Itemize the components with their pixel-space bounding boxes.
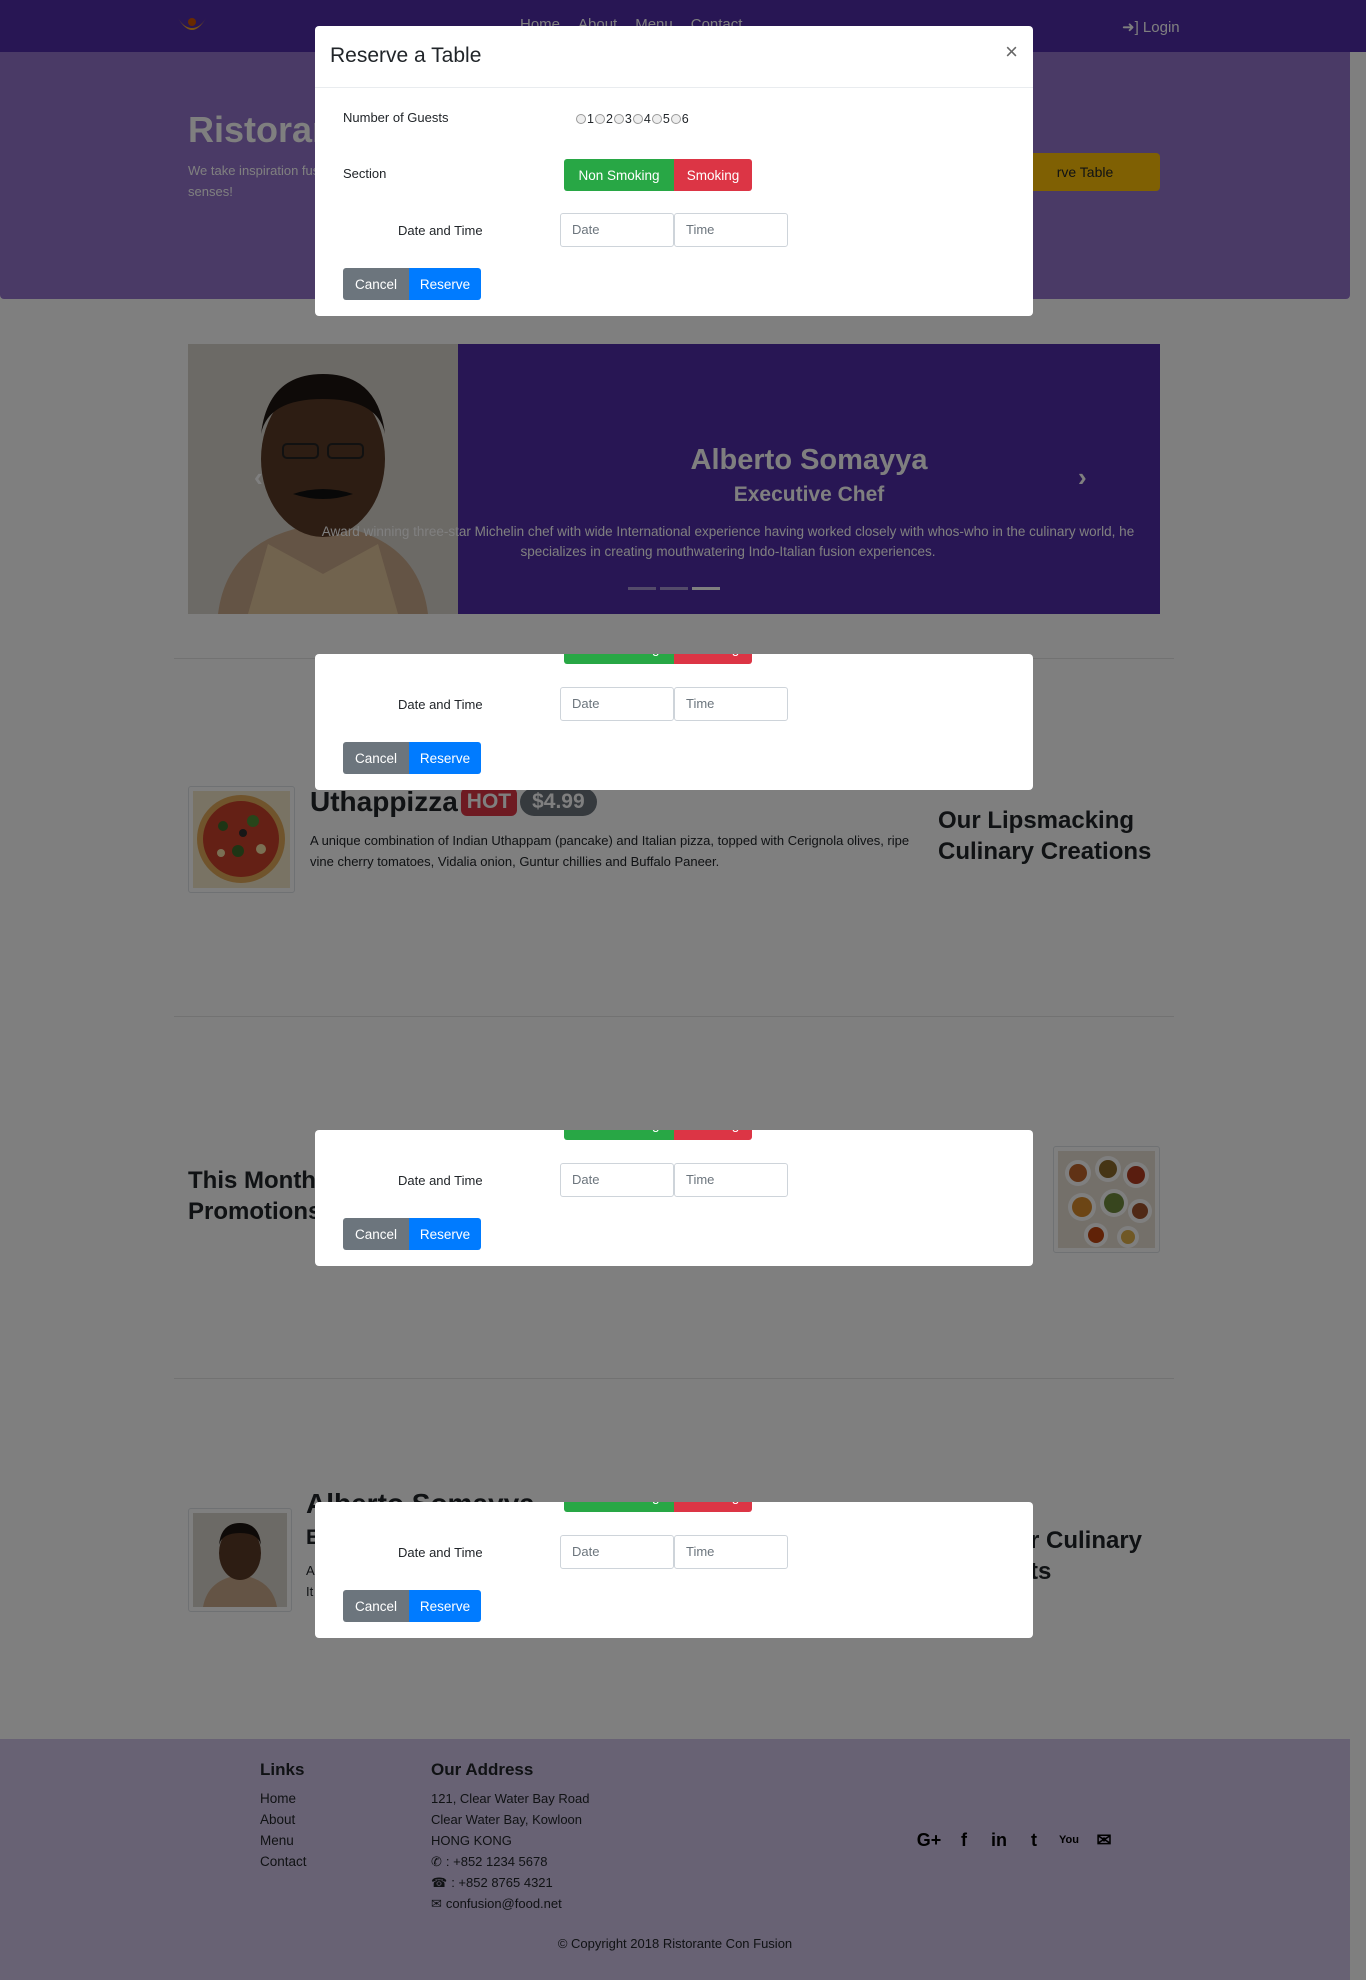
guest-radio-4[interactable]: 4 — [632, 112, 651, 126]
reserve-button[interactable]: Reserve — [409, 742, 481, 774]
reserve-table-modal-copy: Non Smoking Smoking Date and Time Date T… — [315, 1130, 1033, 1266]
modal-actions: Cancel Reserve — [343, 1218, 481, 1250]
cancel-button[interactable]: Cancel — [343, 268, 409, 300]
section-label: Section — [343, 166, 387, 181]
guest-radio-1[interactable]: 1 — [576, 112, 594, 126]
date-input[interactable]: Date — [560, 1535, 674, 1569]
reserve-table-modal: Reserve a Table × Number of Guests 1 2 3… — [315, 26, 1033, 316]
non-smoking-button[interactable]: Non Smoking — [564, 1130, 674, 1140]
non-smoking-button[interactable]: Non Smoking — [564, 1502, 674, 1512]
guests-label: Number of Guests — [343, 110, 449, 125]
smoking-button[interactable]: Smoking — [674, 654, 752, 664]
modal-title: Reserve a Table — [330, 44, 482, 67]
section-toggle: Non Smoking Smoking — [564, 159, 752, 191]
cancel-button[interactable]: Cancel — [343, 742, 409, 774]
time-input[interactable]: Time — [674, 213, 788, 247]
reserve-button[interactable]: Reserve — [409, 1218, 481, 1250]
modal-actions: Cancel Reserve — [343, 1590, 481, 1622]
datetime-label: Date and Time — [398, 697, 483, 712]
time-input[interactable]: Time — [674, 687, 788, 721]
reserve-table-modal-copy: Non Smoking Smoking Date and Time Date T… — [315, 654, 1033, 790]
guest-radio-3[interactable]: 3 — [613, 112, 632, 126]
datetime-label: Date and Time — [398, 1545, 483, 1560]
modal-header: Reserve a Table × — [315, 26, 1033, 88]
smoking-button[interactable]: Smoking — [674, 1130, 752, 1140]
reserve-button[interactable]: Reserve — [409, 1590, 481, 1622]
time-input[interactable]: Time — [674, 1163, 788, 1197]
section-toggle: Non Smoking Smoking — [564, 1130, 752, 1140]
datetime-label: Date and Time — [398, 1173, 483, 1188]
time-input[interactable]: Time — [674, 1535, 788, 1569]
guest-radio-5[interactable]: 5 — [651, 112, 670, 126]
smoking-button[interactable]: Smoking — [674, 1502, 752, 1512]
reserve-button[interactable]: Reserve — [409, 268, 481, 300]
close-icon[interactable]: × — [1005, 41, 1018, 63]
cancel-button[interactable]: Cancel — [343, 1218, 409, 1250]
date-input[interactable]: Date — [560, 1163, 674, 1197]
guest-radio-2[interactable]: 2 — [594, 112, 613, 126]
datetime-label: Date and Time — [398, 223, 483, 238]
section-toggle: Non Smoking Smoking — [564, 654, 752, 664]
reserve-table-modal-copy: Non Smoking Smoking Date and Time Date T… — [315, 1502, 1033, 1638]
date-input[interactable]: Date — [560, 213, 674, 247]
non-smoking-button[interactable]: Non Smoking — [564, 159, 674, 191]
date-input[interactable]: Date — [560, 687, 674, 721]
modal-actions: Cancel Reserve — [343, 742, 481, 774]
non-smoking-button[interactable]: Non Smoking — [564, 654, 674, 664]
smoking-button[interactable]: Smoking — [674, 159, 752, 191]
guests-radio-group: 1 2 3 4 5 6 — [576, 112, 689, 126]
guest-radio-6[interactable]: 6 — [670, 112, 689, 126]
section-toggle: Non Smoking Smoking — [564, 1502, 752, 1512]
cancel-button[interactable]: Cancel — [343, 1590, 409, 1622]
modal-actions: Cancel Reserve — [343, 268, 481, 300]
